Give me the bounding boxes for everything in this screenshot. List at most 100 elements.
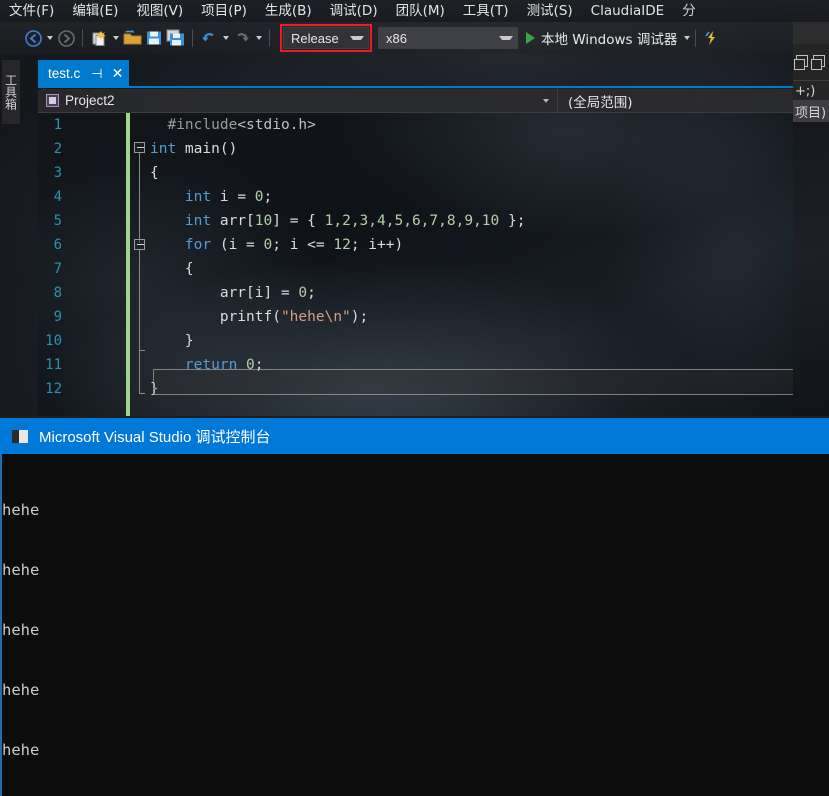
token-close-call: ); <box>350 309 369 325</box>
menu-item-file[interactable]: 文件(F) <box>0 0 63 22</box>
line-number: 10 <box>45 333 62 349</box>
token-main: main() <box>176 141 238 157</box>
line-number: 4 <box>53 189 62 205</box>
configuration-value: Release <box>291 30 339 46</box>
code-line-6: for (i = 0; i <= 12; i++) <box>150 237 403 253</box>
redo-caret-icon[interactable] <box>253 27 264 49</box>
toolbar-separator-3 <box>269 29 270 47</box>
menu-item-analyze-truncated[interactable]: 分 <box>673 0 705 22</box>
project-name: Project2 <box>65 93 115 108</box>
toolbox-tab[interactable]: 工具箱 <box>2 60 20 124</box>
tab-test-c[interactable]: test.c ⊣ ✕ <box>38 60 130 86</box>
project-dropdown[interactable]: Project2 <box>38 89 558 112</box>
chevron-down-icon[interactable] <box>684 36 691 40</box>
code-line-10: } <box>150 333 194 349</box>
right-tool-window[interactable]: +;) 项目) <box>793 22 829 416</box>
save-all-icon[interactable] <box>165 27 187 49</box>
menu-item-team[interactable]: 团队(M) <box>387 0 454 22</box>
line-number: 8 <box>53 285 62 301</box>
token-for: for <box>184 237 212 253</box>
token-int: int <box>184 213 212 229</box>
menu-item-claudiaide[interactable]: ClaudiaIDE <box>582 0 674 22</box>
navigate-forward-icon[interactable] <box>55 27 77 49</box>
undo-caret-icon[interactable] <box>220 27 231 49</box>
toolbar-separator-2 <box>192 29 193 47</box>
console-output[interactable]: hehe hehe hehe hehe hehe hehe hehe hehe … <box>0 454 829 796</box>
token-include: #include <box>167 117 238 133</box>
token-semicolon: ; <box>307 285 316 301</box>
scope-dropdown[interactable]: (全局范围) <box>558 89 793 112</box>
new-item-caret-icon[interactable] <box>110 27 121 49</box>
token-for-inc: ; i++) <box>350 237 404 253</box>
new-item-icon[interactable] <box>88 27 110 49</box>
token-printf: printf( <box>219 309 281 325</box>
unsaved-changes-bar <box>126 113 130 416</box>
console-line: hehe <box>2 621 40 639</box>
tab-underline <box>38 86 793 88</box>
right-panel-label-top: +;) <box>795 84 816 99</box>
token-open-brace: { <box>150 165 159 181</box>
redo-icon[interactable] <box>231 27 253 49</box>
undo-icon[interactable] <box>198 27 220 49</box>
token-arr-size: 10 <box>254 213 273 229</box>
paste-icon[interactable] <box>811 55 825 70</box>
play-icon <box>526 32 535 44</box>
line-number: 2 <box>53 141 62 157</box>
line-number: 6 <box>53 237 62 253</box>
console-line: hehe <box>2 501 40 519</box>
menu-item-test[interactable]: 测试(S) <box>518 0 582 22</box>
debug-console-window[interactable]: Microsoft Visual Studio 调试控制台 hehe hehe … <box>0 418 829 796</box>
toolbar-separator-1 <box>82 29 83 47</box>
platform-value: x86 <box>386 30 407 46</box>
outlining-column <box>134 113 148 416</box>
token-arr: arr[ <box>211 213 255 229</box>
code-line-2: int main() <box>150 141 237 157</box>
chevron-down-icon[interactable] <box>499 36 513 40</box>
code-editor[interactable]: 1 2 3 4 5 6 7 8 9 10 11 12 #include<stdi… <box>38 113 793 416</box>
platform-combobox[interactable]: x86 <box>378 27 518 49</box>
chevron-down-icon[interactable] <box>543 98 549 103</box>
chevron-down-icon[interactable] <box>350 36 364 40</box>
menu-item-project[interactable]: 项目(P) <box>192 0 256 22</box>
close-icon[interactable]: ✕ <box>112 66 124 80</box>
project-icon <box>46 94 59 107</box>
open-file-icon[interactable] <box>121 27 143 49</box>
line-number: 7 <box>53 261 62 277</box>
token-twelve: 12 <box>333 237 351 253</box>
console-line: hehe <box>2 741 40 759</box>
token-string: "hehe\n" <box>280 309 351 325</box>
copy-icon[interactable] <box>794 55 808 70</box>
code-line-8: arr[i] = 0; <box>150 285 316 301</box>
menu-item-debug[interactable]: 调试(D) <box>321 0 387 22</box>
menu-item-tools[interactable]: 工具(T) <box>454 0 518 22</box>
navigate-back-icon[interactable] <box>22 27 44 49</box>
editor-navigation-bar: Project2 (全局范围) <box>38 89 793 113</box>
code-line-7: { <box>150 261 194 277</box>
hot-reload-icon[interactable] <box>701 27 723 49</box>
token-for-init: (i = <box>211 237 264 253</box>
code-line-5: int arr[10] = { 1,2,3,4,5,6,7,8,9,10 }; <box>150 213 526 229</box>
navigate-back-caret-icon[interactable] <box>44 27 55 49</box>
save-icon[interactable] <box>143 27 165 49</box>
scope-value: (全局范围) <box>568 94 633 111</box>
token-zero: 0 <box>298 285 308 301</box>
menu-item-edit[interactable]: 编辑(E) <box>63 0 127 22</box>
menu-item-build[interactable]: 生成(B) <box>256 0 321 22</box>
right-panel-toolbar <box>793 48 829 74</box>
menu-item-view[interactable]: 视图(V) <box>127 0 192 22</box>
pin-icon[interactable]: ⊣ <box>91 67 102 80</box>
fold-toggle-main[interactable] <box>134 142 145 153</box>
menu-bar: 文件(F) 编辑(E) 视图(V) 项目(P) 生成(B) 调试(D) 团队(M… <box>0 0 829 22</box>
visual-studio-shell: 文件(F) 编辑(E) 视图(V) 项目(P) 生成(B) 调试(D) 团队(M… <box>0 0 829 416</box>
fold-guide-line <box>139 153 140 243</box>
token-arr-assign: arr[i] = <box>219 285 299 301</box>
start-debugging-button[interactable]: 本地 Windows 调试器 <box>526 26 691 50</box>
code-line-4: int i = 0; <box>150 189 272 205</box>
document-tab-strip: test.c ⊣ ✕ <box>38 60 829 88</box>
right-panel-divider <box>793 80 829 81</box>
start-debugging-label: 本地 Windows 调试器 <box>541 32 678 48</box>
fold-elbow <box>139 393 145 394</box>
configuration-combobox[interactable]: Release <box>283 27 369 49</box>
console-title-bar: Microsoft Visual Studio 调试控制台 <box>0 418 829 454</box>
fold-toggle-for[interactable] <box>134 239 145 250</box>
